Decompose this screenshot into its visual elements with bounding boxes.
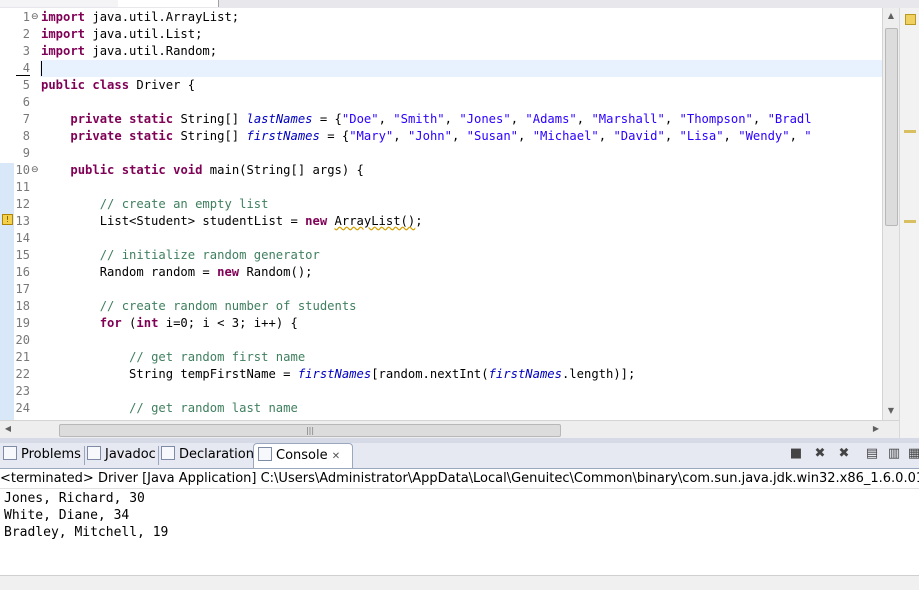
warning-icon[interactable]: ! [2,214,13,225]
code-line[interactable]: import java.util.Random; [41,43,217,60]
tab-label: Console [276,448,328,463]
clear-console-icon[interactable]: ▤ [864,446,880,462]
overview-ruler [899,8,919,438]
overview-warning-marker[interactable] [904,220,916,223]
editor-horizontal-scrollbar[interactable]: ◀ ||| ▶ [0,420,899,439]
line-number: 11 [15,180,30,194]
code-line[interactable]: // get random last name [41,400,298,417]
console-horizontal-scrollbar[interactable] [0,575,919,590]
code-line[interactable]: List<Student> studentList = new ArrayLis… [41,213,423,230]
tab-label: Declaration [179,447,254,462]
text-caret [41,61,42,76]
code-line[interactable]: private static String[] lastNames = {"Do… [41,111,811,128]
line-number: 18 [15,299,30,313]
line-number: 10 [15,163,30,177]
code-line[interactable]: // get random first name [41,349,305,366]
tab-divider [158,446,159,465]
code-line[interactable]: import java.util.ArrayList; [41,9,239,26]
editor-tab-active[interactable] [118,0,219,7]
code-line[interactable]: // create an empty list [41,196,269,213]
remove-launch-icon[interactable]: ✖ [812,446,828,462]
problems-icon [3,446,17,460]
stop-icon[interactable]: ■ [788,446,804,462]
code-line[interactable]: public class Driver { [41,77,195,94]
tab-javadoc[interactable]: Javadoc [87,443,156,467]
tab-problems[interactable]: Problems [3,443,81,467]
scroll-up-arrow-icon[interactable]: ▲ [883,11,899,20]
overview-warning-marker[interactable] [904,130,916,133]
editor-tab-inactive[interactable] [0,0,119,7]
current-line-highlight [40,60,882,77]
line-number: 7 [22,112,30,126]
line-number: 12 [15,197,30,211]
console-output-line: White, Diane, 34 [4,508,130,523]
tab-console[interactable]: Console ✕ [253,443,353,468]
scroll-left-arrow-icon[interactable]: ◀ [0,424,16,433]
current-line-marker [16,75,30,76]
fold-toggle-icon[interactable]: ⊖ [31,13,39,22]
editor-vertical-scrollbar[interactable]: ▲ ▼ [882,8,899,420]
warning-summary-icon[interactable] [905,14,916,25]
vertical-scroll-thumb[interactable] [885,28,898,226]
line-number: 14 [15,231,30,245]
declaration-icon [161,446,175,460]
line-number: 2 [22,27,30,41]
line-number: 24 [15,401,30,415]
code-line[interactable]: private static String[] firstNames = {"M… [41,128,811,145]
scroll-down-arrow-icon[interactable]: ▼ [883,406,899,415]
console-status: <terminated> Driver [Java Application] C… [0,469,919,489]
tab-declaration[interactable]: Declaration [161,443,254,467]
tab-divider [84,446,85,465]
scroll-right-arrow-icon[interactable]: ▶ [868,424,884,433]
code-line[interactable]: for (int i=0; i < 3; i++) { [41,315,298,332]
line-number: 16 [15,265,30,279]
code-line[interactable]: String tempFirstName = firstNames[random… [41,366,635,383]
line-number: 23 [15,384,30,398]
line-number: 17 [15,282,30,296]
line-number: 20 [15,333,30,347]
remove-all-launches-icon[interactable]: ✖ [836,446,852,462]
console-icon [258,447,272,461]
javadoc-icon [87,446,101,460]
scroll-lock-icon[interactable]: ▥ [886,446,902,462]
line-number: 19 [15,316,30,330]
line-number: 21 [15,350,30,364]
pin-console-icon[interactable]: ▦ [906,446,919,462]
line-number: 22 [15,367,30,381]
line-number: 3 [22,44,30,58]
line-number: 9 [22,146,30,160]
line-number: 8 [22,129,30,143]
fold-toggle-icon[interactable]: ⊖ [31,166,39,175]
code-line[interactable]: // create random number of students [41,298,357,315]
tab-label: Problems [21,447,81,462]
line-number: 1 [22,10,30,24]
line-number: 15 [15,248,30,262]
code-line[interactable]: import java.util.List; [41,26,202,43]
line-number: 5 [22,78,30,92]
bottom-panel-tabbar: Problems Javadoc Declaration Console ✕ [0,443,919,469]
code-line[interactable]: // initialize random generator [41,247,320,264]
tab-label: Javadoc [105,447,156,462]
code-line[interactable]: Random random = new Random(); [41,264,313,281]
code-line[interactable]: public static void main(String[] args) { [41,162,364,179]
horizontal-scroll-thumb[interactable]: ||| [59,424,561,437]
close-icon[interactable]: ✕ [332,451,340,462]
console-output-line: Bradley, Mitchell, 19 [4,525,169,540]
console-output-line: Jones, Richard, 30 [4,491,145,506]
line-number: 6 [22,95,30,109]
